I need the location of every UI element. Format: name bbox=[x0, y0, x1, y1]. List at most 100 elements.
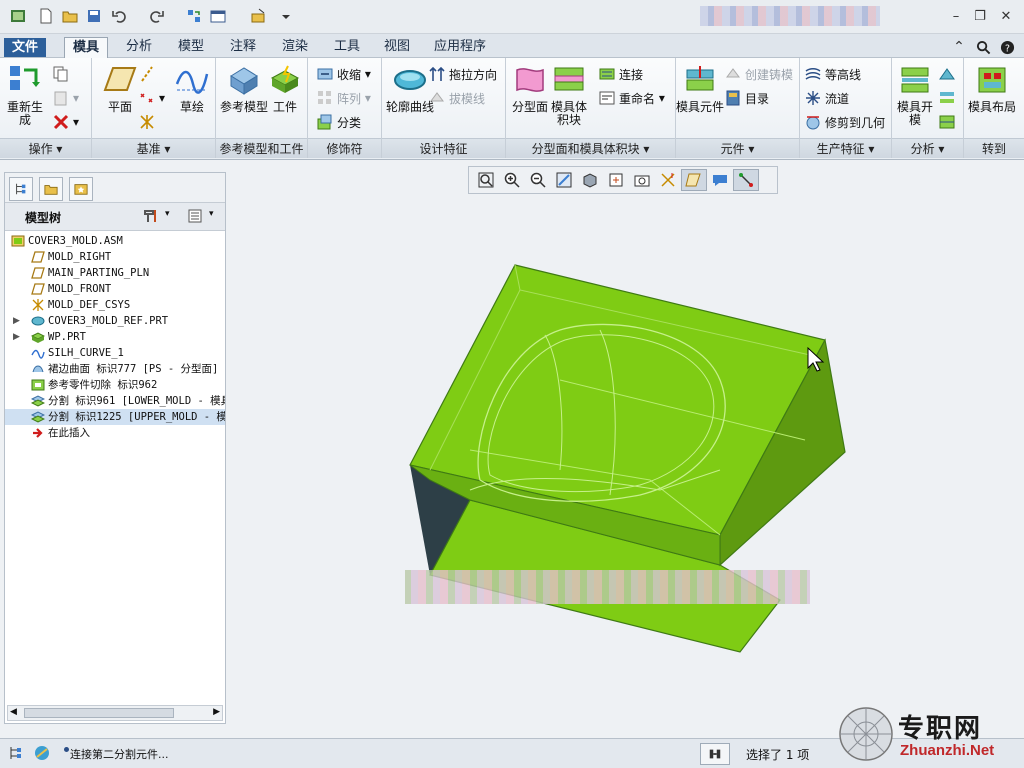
expand-arrow-icon[interactable]: ▶ bbox=[13, 329, 20, 345]
workpiece-button[interactable]: 工件 bbox=[264, 64, 306, 114]
drag-direction-button[interactable]: 拖拉方向 bbox=[428, 64, 497, 84]
minimize-button[interactable]: – bbox=[946, 7, 966, 25]
tree-item[interactable]: MOLD_FRONT bbox=[5, 281, 225, 297]
mold-volume-button[interactable]: 模具体积块 bbox=[546, 64, 592, 127]
draft-line-button[interactable]: 拔模线 bbox=[428, 88, 485, 108]
create-cast-button[interactable]: 创建铸模 bbox=[724, 64, 793, 84]
group-label-analysis[interactable]: 分析 ▾ bbox=[892, 138, 963, 158]
group-label-operations[interactable]: 操作 ▾ bbox=[0, 138, 91, 158]
restore-button[interactable]: ❐ bbox=[970, 7, 990, 25]
customize-toolbar-icon[interactable] bbox=[276, 6, 296, 26]
tab-model[interactable]: 模型 bbox=[170, 37, 212, 58]
tree-item[interactable]: MAIN_PARTING_PLN bbox=[5, 265, 225, 281]
draft-analysis-button[interactable] bbox=[938, 64, 959, 84]
close-button[interactable]: ✕ bbox=[996, 7, 1016, 25]
mold-open-button[interactable]: 模具开模 bbox=[892, 64, 938, 127]
refit-button[interactable] bbox=[473, 169, 499, 191]
annotation-display-button[interactable] bbox=[707, 169, 733, 191]
classify-button[interactable]: 分类 bbox=[316, 112, 361, 132]
group-label-parting[interactable]: 分型面和模具体积块 ▾ bbox=[506, 138, 675, 158]
saved-views-button[interactable] bbox=[603, 169, 629, 191]
undo-icon[interactable] bbox=[110, 6, 130, 26]
reference-model-button[interactable]: 参考模型 bbox=[220, 64, 268, 114]
tab-annotate[interactable]: 注释 bbox=[222, 37, 264, 58]
tree-item[interactable]: COVER3_MOLD.ASM bbox=[5, 233, 225, 249]
delete-button[interactable]: ▾ bbox=[52, 112, 79, 132]
datum-display-button[interactable] bbox=[655, 169, 681, 191]
model-tree-tab[interactable] bbox=[9, 177, 33, 201]
tree-item[interactable]: 参考零件切除 标识962 bbox=[5, 377, 225, 393]
array-button[interactable]: 阵列 ▾ bbox=[316, 88, 371, 108]
spin-center-button[interactable] bbox=[733, 169, 759, 191]
display-style-button[interactable] bbox=[577, 169, 603, 191]
new-file-icon[interactable] bbox=[36, 6, 56, 26]
minimize-ribbon-icon[interactable]: ⌃ bbox=[950, 38, 968, 56]
copy-button[interactable] bbox=[52, 64, 73, 84]
csys-button[interactable] bbox=[138, 112, 159, 132]
tree-item[interactable]: MOLD_RIGHT bbox=[5, 249, 225, 265]
group-label-production[interactable]: 生产特征 ▾ bbox=[800, 138, 891, 158]
trim-to-geometry-button[interactable]: 修剪到几何 bbox=[804, 112, 885, 132]
tab-applications[interactable]: 应用程序 bbox=[426, 37, 494, 58]
tree-item[interactable]: MOLD_DEF_CSYS bbox=[5, 297, 225, 313]
regenerate-button[interactable]: 重新生成 bbox=[2, 64, 48, 127]
plane-display-button[interactable] bbox=[681, 169, 707, 191]
view-manager-button[interactable] bbox=[629, 169, 655, 191]
tree-item[interactable]: SILH_CURVE_1 bbox=[5, 345, 225, 361]
tree-item[interactable]: 在此插入 bbox=[5, 425, 225, 441]
redo-icon[interactable] bbox=[146, 6, 166, 26]
sketch-button[interactable]: 草绘 bbox=[168, 64, 216, 114]
expand-arrow-icon[interactable]: ▶ bbox=[13, 313, 20, 329]
window-icon[interactable] bbox=[208, 6, 228, 26]
scroll-thumb[interactable] bbox=[24, 708, 174, 718]
contour-curve-button[interactable]: 轮廓曲线 bbox=[386, 64, 434, 114]
tree-item[interactable]: ▶ WP.PRT bbox=[5, 329, 225, 345]
regenerate-small-icon[interactable] bbox=[184, 6, 204, 26]
paste-button[interactable]: ▾ bbox=[52, 88, 79, 108]
browser-toggle-icon[interactable] bbox=[34, 745, 50, 764]
filter-button[interactable] bbox=[700, 743, 730, 765]
tree-settings-dropdown[interactable]: ▾ bbox=[165, 209, 170, 219]
tab-view[interactable]: 视图 bbox=[376, 37, 418, 58]
horizontal-scrollbar[interactable]: ◀ ▶ bbox=[7, 705, 223, 721]
tree-item[interactable]: 分割 标识961 [LOWER_MOLD - 模具体积块] bbox=[5, 393, 225, 409]
mold-layout-button[interactable]: 模具布局 bbox=[968, 64, 1016, 114]
projected-area-button[interactable] bbox=[938, 112, 959, 132]
scroll-left-icon[interactable]: ◀ bbox=[10, 707, 17, 717]
zoom-in-button[interactable] bbox=[499, 169, 525, 191]
plane-button[interactable]: 平面 bbox=[96, 64, 144, 114]
tab-render[interactable]: 渲染 bbox=[274, 37, 316, 58]
show-menu-icon[interactable] bbox=[187, 208, 203, 227]
help-icon[interactable]: ? bbox=[998, 38, 1016, 56]
search-icon[interactable] bbox=[974, 38, 992, 56]
zoom-out-button[interactable] bbox=[525, 169, 551, 191]
tree-item[interactable]: ▶ COVER3_MOLD_REF.PRT bbox=[5, 313, 225, 329]
tree-toggle-icon[interactable] bbox=[8, 745, 24, 764]
contour-button[interactable]: 等高线 bbox=[804, 64, 861, 84]
close-window-icon[interactable] bbox=[248, 6, 268, 26]
catalog-button[interactable]: 目录 bbox=[724, 88, 769, 108]
show-menu-dropdown[interactable]: ▾ bbox=[209, 209, 214, 219]
tab-file[interactable]: 文件 bbox=[4, 38, 47, 57]
thickness-check-button[interactable] bbox=[938, 88, 959, 108]
open-folder-icon[interactable] bbox=[60, 6, 80, 26]
folder-browser-tab[interactable] bbox=[39, 177, 63, 201]
tab-mold[interactable]: 模具 bbox=[64, 37, 109, 58]
connect-button[interactable]: 连接 bbox=[598, 64, 643, 84]
shrink-button[interactable]: 收缩 ▾ bbox=[316, 64, 371, 84]
tab-tools[interactable]: 工具 bbox=[326, 37, 368, 58]
mold-component-button[interactable]: 模具元件 bbox=[676, 64, 724, 114]
favorites-tab[interactable] bbox=[69, 177, 93, 201]
group-label-datum[interactable]: 基准 ▾ bbox=[92, 138, 215, 158]
graphics-canvas[interactable] bbox=[228, 196, 1024, 736]
rename-button[interactable]: 重命名 ▾ bbox=[598, 88, 665, 108]
runner-button[interactable]: 流道 bbox=[804, 88, 849, 108]
point-button[interactable]: ▾ bbox=[138, 88, 165, 108]
group-label-component[interactable]: 元件 ▾ bbox=[676, 138, 799, 158]
save-icon[interactable] bbox=[84, 6, 104, 26]
tab-analysis[interactable]: 分析 bbox=[118, 37, 160, 58]
tree-item[interactable]: 分割 标识1225 [UPPER_MOLD - 模具体积块] bbox=[5, 409, 225, 425]
repaint-button[interactable] bbox=[551, 169, 577, 191]
scroll-right-icon[interactable]: ▶ bbox=[213, 707, 220, 717]
axis-button[interactable] bbox=[138, 64, 159, 84]
